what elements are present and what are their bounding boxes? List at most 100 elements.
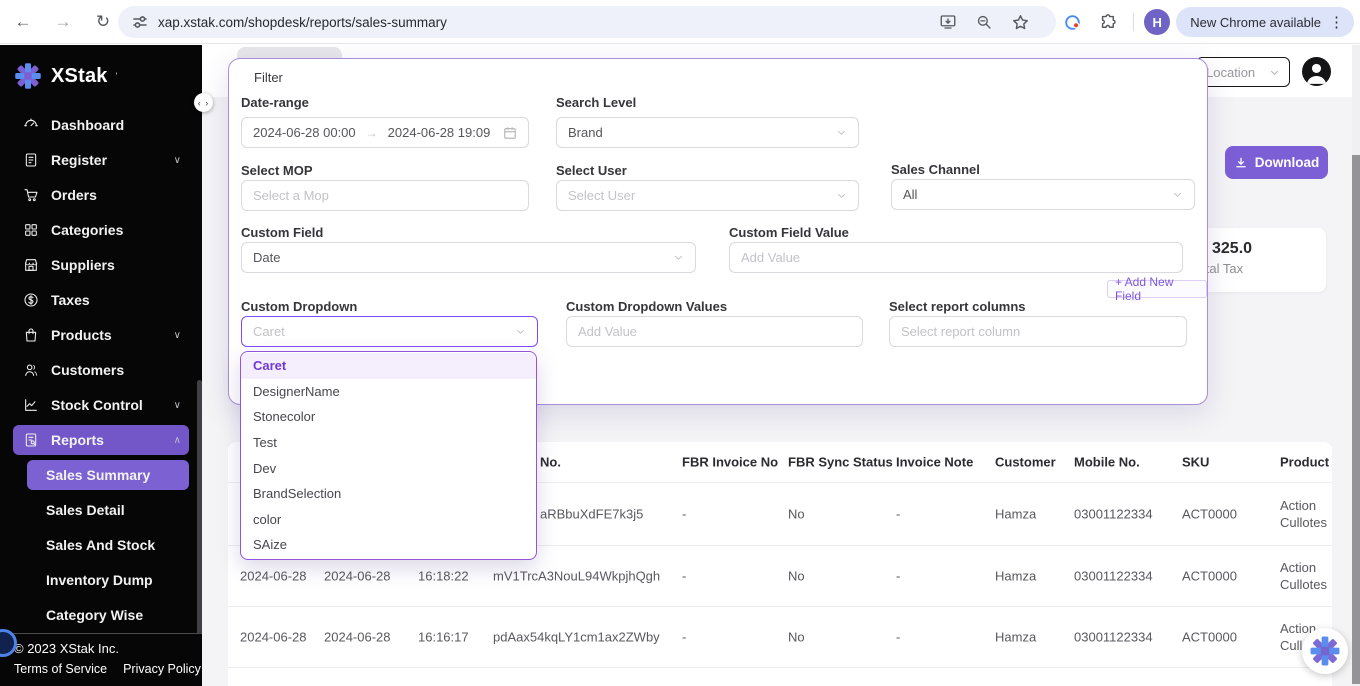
search-level-label: Search Level xyxy=(556,95,636,110)
sales-channel-select[interactable]: All xyxy=(891,179,1195,210)
user-avatar[interactable] xyxy=(1302,57,1331,86)
sales-channel-value: All xyxy=(903,187,917,202)
cell-time: 16:16:17 xyxy=(418,629,488,646)
xstak-floating-button[interactable] xyxy=(1302,628,1348,674)
reports-icon xyxy=(22,432,39,449)
orders-icon xyxy=(22,187,39,204)
search-level-select[interactable]: Brand xyxy=(556,117,859,148)
chevron-down-icon: ∨ xyxy=(174,330,181,341)
dropdown-option-color[interactable]: color xyxy=(241,507,536,533)
dropdown-option-designername[interactable]: DesignerName xyxy=(241,379,536,405)
dropdown-option-dev[interactable]: Dev xyxy=(241,455,536,481)
cell-product: Action Cullotes xyxy=(1280,497,1332,531)
dropdown-option-stonecolor[interactable]: Stonecolor xyxy=(241,404,536,430)
extensions-icon[interactable] xyxy=(1093,7,1123,37)
sidebar-item-suppliers[interactable]: Suppliers xyxy=(13,250,189,280)
reload-icon[interactable]: ↻ xyxy=(88,7,118,37)
brand[interactable]: XStak ' xyxy=(0,45,202,105)
custom-field-select[interactable]: Date xyxy=(241,242,696,273)
date-range-input[interactable]: 2024-06-28 00:00 → 2024-06-28 19:09 xyxy=(241,117,529,148)
cell-fbr_sync: No xyxy=(788,506,888,523)
cell-sku: ACT0000 xyxy=(1182,568,1276,585)
sidebar-item-customers[interactable]: Customers xyxy=(13,355,189,385)
chevron-down-icon: ∨ xyxy=(174,155,181,166)
report-columns-field[interactable] xyxy=(901,324,1175,339)
custom-dropdown-values-field[interactable] xyxy=(578,324,851,339)
copyright-text: © 2023 XStak Inc. xyxy=(14,641,202,656)
select-user-label: Select User xyxy=(556,163,627,178)
cell-date2: 2024-06-28 xyxy=(324,568,408,585)
select-user-select[interactable]: Select User xyxy=(556,180,859,211)
select-mop-field[interactable] xyxy=(253,188,517,203)
custom-dropdown-select[interactable]: Caret xyxy=(241,316,538,347)
sidebar-item-products[interactable]: Products ∨ xyxy=(13,320,189,350)
browser-profile-avatar[interactable]: H xyxy=(1144,9,1170,35)
location-select[interactable]: Location xyxy=(1196,57,1290,87)
custom-dropdown-values-input[interactable] xyxy=(566,316,863,347)
site-info-icon[interactable] xyxy=(132,14,148,30)
cell-date1: 2024-06-28 xyxy=(240,568,324,585)
cell-fbr_sync: No xyxy=(788,568,888,585)
stock-control-icon xyxy=(22,397,39,414)
filter-panel-title: Filter xyxy=(254,70,283,85)
forward-icon[interactable]: → xyxy=(48,7,78,37)
bookmark-star-icon[interactable] xyxy=(1005,7,1035,37)
dashboard-icon xyxy=(22,117,39,134)
cell-sku: ACT0000 xyxy=(1182,629,1276,646)
dropdown-option-caret[interactable]: Caret xyxy=(241,353,536,379)
cell-fbr_sync: No xyxy=(788,629,888,646)
submenu-item-inventory-dump[interactable]: Inventory Dump xyxy=(27,565,189,595)
sidebar-item-register[interactable]: Register ∨ xyxy=(13,145,189,175)
terms-link[interactable]: Terms of Service xyxy=(14,662,107,676)
sidebar-item-reports[interactable]: Reports ∧ xyxy=(13,425,189,455)
sidebar-item-dashboard[interactable]: Dashboard xyxy=(13,110,189,140)
browser-menu-icon[interactable]: ⋮ xyxy=(1329,13,1344,31)
sidebar-scrollbar[interactable] xyxy=(197,380,202,675)
cell-invoice_note: - xyxy=(896,506,986,523)
install-app-icon[interactable] xyxy=(933,7,963,37)
suppliers-icon xyxy=(22,257,39,274)
dropdown-option-saize[interactable]: SAize xyxy=(241,532,536,558)
select-mop-input[interactable] xyxy=(241,180,529,211)
performance-icon[interactable] xyxy=(1057,7,1087,37)
custom-field-value-field[interactable] xyxy=(741,250,1171,265)
address-bar[interactable]: xap.xstak.com/shopdesk/reports/sales-sum… xyxy=(118,6,1056,38)
sidebar-item-orders[interactable]: Orders xyxy=(13,180,189,210)
privacy-link[interactable]: Privacy Policy xyxy=(123,662,201,676)
sidebar-item-taxes[interactable]: Taxes xyxy=(13,285,189,315)
cell-mobile: 03001122334 xyxy=(1074,629,1178,646)
chevron-down-icon xyxy=(1269,67,1280,78)
column-header-no-: No. xyxy=(540,455,561,470)
sidebar-item-categories[interactable]: Categories xyxy=(13,215,189,245)
submenu-item-category-wise[interactable]: Category Wise xyxy=(27,600,189,630)
submenu-item-sales-and-stock[interactable]: Sales And Stock xyxy=(27,530,189,560)
submenu-item-sales-summary[interactable]: Sales Summary xyxy=(27,460,189,490)
chrome-update-button[interactable]: New Chrome available ⋮ xyxy=(1176,7,1354,37)
products-icon xyxy=(22,327,39,344)
chevron-down-icon xyxy=(836,190,847,201)
add-new-field-button[interactable]: + Add New Field xyxy=(1107,280,1207,298)
cell-fbr_invoice: - xyxy=(682,629,782,646)
dropdown-option-test[interactable]: Test xyxy=(241,430,536,456)
report-columns-input[interactable] xyxy=(889,316,1187,347)
url-text: xap.xstak.com/shopdesk/reports/sales-sum… xyxy=(158,15,447,30)
custom-field-value-input[interactable] xyxy=(729,242,1183,273)
sidebar-item-stock-control[interactable]: Stock Control ∨ xyxy=(13,390,189,420)
cell-invoice_note: - xyxy=(896,568,986,585)
custom-field-value-text: Date xyxy=(253,250,280,265)
zoom-out-icon[interactable] xyxy=(969,7,999,37)
page-scrollbar-thumb[interactable] xyxy=(1352,155,1360,684)
cell-date1: 2024-06-28 xyxy=(240,629,324,646)
location-select-value: Location xyxy=(1206,65,1255,80)
column-header-product-name: Product Name xyxy=(1280,455,1332,470)
submenu-item-sales-detail[interactable]: Sales Detail xyxy=(27,495,189,525)
table-row[interactable]: 2024-06-282024-06-2816:16:17pdAax54kqLY1… xyxy=(228,607,1332,668)
download-button[interactable]: Download xyxy=(1225,146,1328,179)
date-range-start: 2024-06-28 00:00 xyxy=(253,125,356,140)
chevron-down-icon xyxy=(836,127,847,138)
dropdown-option-brandselection[interactable]: BrandSelection xyxy=(241,481,536,507)
back-icon[interactable]: ← xyxy=(8,7,38,37)
screen: ← → ↻ xap.xstak.com/shopdesk/reports/sal… xyxy=(0,0,1360,686)
sidebar-collapse-toggle[interactable]: ‹ › xyxy=(194,93,213,112)
cell-invoice: mV1TrcA3NouL94WkpjhQgh xyxy=(493,568,678,585)
